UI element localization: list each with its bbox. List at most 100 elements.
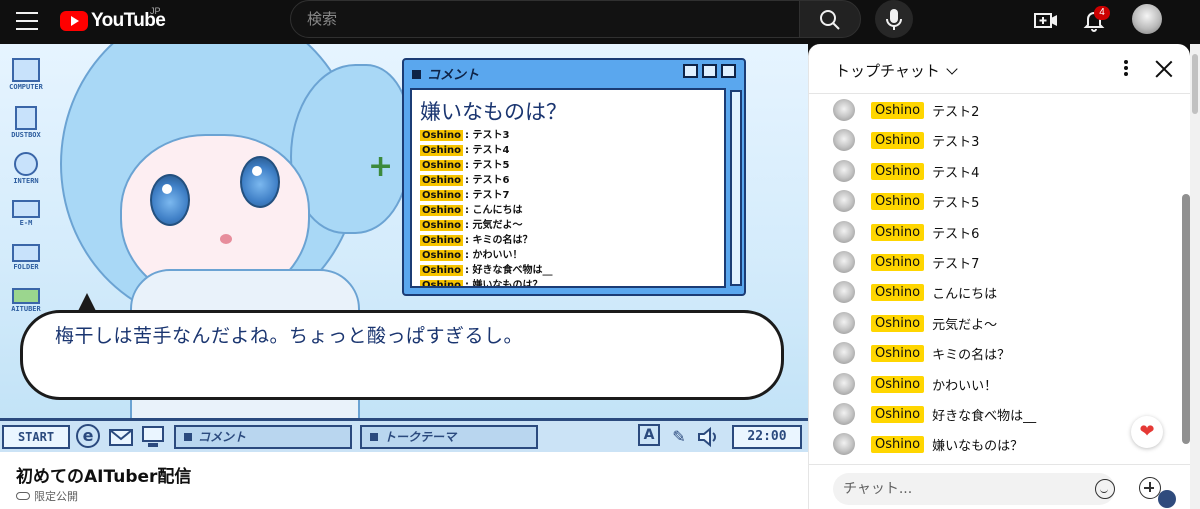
speech-bubble: 梅干しは苦手なんだよね。ちょっと酸っぱすぎるし。 — [20, 293, 784, 400]
avatar[interactable] — [833, 433, 855, 455]
trash-icon — [15, 106, 37, 130]
close-chat-icon[interactable] — [1153, 58, 1175, 80]
avatar[interactable] — [833, 160, 855, 182]
chat-author[interactable]: Oshino — [871, 192, 925, 210]
avatar[interactable] — [833, 190, 855, 212]
chat-author[interactable]: Oshino — [871, 253, 925, 271]
comment-text: テスト7 — [472, 190, 510, 201]
chat-message: Oshino テスト2 — [833, 95, 979, 125]
chat-message: Oshino テスト4 — [833, 156, 979, 186]
comment-window-scrollbar[interactable] — [730, 90, 742, 286]
chat-mode-dropdown[interactable]: トップチャット — [835, 60, 958, 81]
mail-icon[interactable] — [108, 424, 134, 450]
create-button[interactable] — [1032, 6, 1060, 34]
desktop-icon-aituber[interactable]: AITUBER — [4, 288, 48, 313]
avatar[interactable] — [833, 342, 855, 364]
comment-text: 元気だよ～ — [472, 220, 523, 231]
comment-user: Oshino — [420, 130, 463, 141]
volume-icon[interactable] — [696, 424, 722, 450]
chat-text: テスト6 — [932, 226, 980, 242]
emoji-icon[interactable] — [1095, 479, 1115, 499]
comment-text: テスト6 — [472, 175, 510, 186]
link-icon — [16, 492, 30, 500]
avatar[interactable] — [833, 312, 855, 334]
heart-icon[interactable]: ❤ — [1131, 416, 1163, 448]
menu-icon[interactable] — [16, 12, 38, 30]
chat-author[interactable]: Oshino — [871, 283, 925, 301]
avatar[interactable] — [833, 403, 855, 425]
chat-text: テスト2 — [932, 104, 980, 120]
chat-text: こんにちは — [932, 286, 998, 302]
avatar[interactable] — [833, 251, 855, 273]
chat-author[interactable]: Oshino — [871, 101, 925, 119]
task-talk-topic[interactable]: トークテーマ — [360, 425, 538, 449]
comment-user: Oshino — [420, 235, 463, 246]
comment-text: キミの名は？ — [472, 235, 533, 246]
chat-scrollbar[interactable] — [1182, 194, 1190, 444]
chat-author[interactable]: Oshino — [871, 223, 925, 241]
chat-author[interactable]: Oshino — [871, 131, 925, 149]
minimize-icon[interactable] — [683, 64, 698, 78]
account-avatar[interactable] — [1132, 4, 1162, 34]
sparkle-cross-icon: + — [368, 149, 394, 184]
start-button[interactable]: START — [2, 425, 70, 449]
chat-author[interactable]: Oshino — [871, 162, 925, 180]
voice-search-button[interactable] — [875, 0, 913, 38]
chat-input[interactable] — [833, 473, 1115, 505]
masthead: YouTube JP 4 — [0, 0, 1200, 44]
chat-text: テスト7 — [932, 256, 980, 272]
comment-line: Oshino: こんにちは — [420, 205, 523, 216]
chat-message: Oshino 好きな食べ物は__ — [833, 399, 1036, 429]
character-mouth — [220, 234, 232, 244]
comment-line: Oshino: 嫌いなものは？ — [420, 278, 552, 286]
chat-author[interactable]: Oshino — [871, 405, 925, 423]
desktop-icon-email[interactable]: E-M — [4, 200, 48, 227]
avatar[interactable] — [833, 373, 855, 395]
maximize-icon[interactable] — [702, 64, 717, 78]
pen-icon[interactable]: ✎ — [666, 424, 692, 450]
comment-text: テスト5 — [472, 160, 510, 171]
desktop-icon-folder[interactable]: FOLDER — [4, 244, 48, 271]
close-icon[interactable] — [721, 64, 736, 78]
chat-author[interactable]: Oshino — [871, 375, 925, 393]
browser-icon[interactable]: e — [76, 424, 100, 448]
computer-icon[interactable] — [140, 424, 166, 450]
avatar[interactable] — [833, 221, 855, 243]
more-options-icon[interactable] — [1121, 60, 1131, 80]
search-button[interactable] — [799, 0, 861, 38]
avatar[interactable] — [833, 99, 855, 121]
comment-user: Oshino — [420, 145, 463, 156]
avatar[interactable] — [833, 129, 855, 151]
desktop-icon-internet[interactable]: INTERN — [4, 152, 48, 185]
chat-author[interactable]: Oshino — [871, 435, 925, 453]
font-icon[interactable]: A — [638, 424, 660, 446]
extension-badge-icon[interactable] — [1158, 490, 1176, 508]
page-scroll-thumb[interactable] — [1192, 54, 1198, 114]
chat-message: Oshino 嫌いなものは？ — [833, 429, 1023, 459]
chat-mode-label: トップチャット — [835, 62, 940, 80]
current-question: 嫌いなものは？ — [420, 100, 567, 124]
aituber-icon — [12, 288, 40, 304]
search-box — [290, 0, 800, 38]
video-title: 初めてのAITuber配信 — [16, 467, 192, 487]
desktop-icon-label: COMPUTER — [9, 83, 43, 91]
chat-text: キミの名は？ — [932, 347, 1011, 363]
computer-icon — [12, 58, 40, 82]
folder-icon — [12, 244, 40, 262]
comment-window: コメント 嫌いなものは？ Oshino: テスト3 Oshino: テスト4 O… — [402, 58, 746, 296]
chat-text: 元気だよ～ — [932, 317, 998, 333]
desktop-icon-label: FOLDER — [13, 263, 39, 271]
video-player[interactable]: + COMPUTER DUSTBOX INTERN E-M FOLDER AIT… — [0, 44, 808, 452]
page-scrollbar[interactable] — [1190, 44, 1200, 509]
browser-icon — [14, 152, 38, 176]
desktop-icon-computer[interactable]: COMPUTER — [4, 58, 48, 91]
chat-author[interactable]: Oshino — [871, 344, 925, 362]
avatar[interactable] — [833, 281, 855, 303]
chat-author[interactable]: Oshino — [871, 314, 925, 332]
comment-window-body: 嫌いなものは？ Oshino: テスト3 Oshino: テスト4 Oshino… — [410, 88, 726, 288]
task-comment[interactable]: コメント — [174, 425, 352, 449]
desktop-icon-dustbox[interactable]: DUSTBOX — [4, 106, 48, 139]
window-controls — [683, 64, 736, 78]
chat-text: 好きな食べ物は__ — [932, 408, 1037, 424]
search-input[interactable] — [307, 10, 777, 28]
